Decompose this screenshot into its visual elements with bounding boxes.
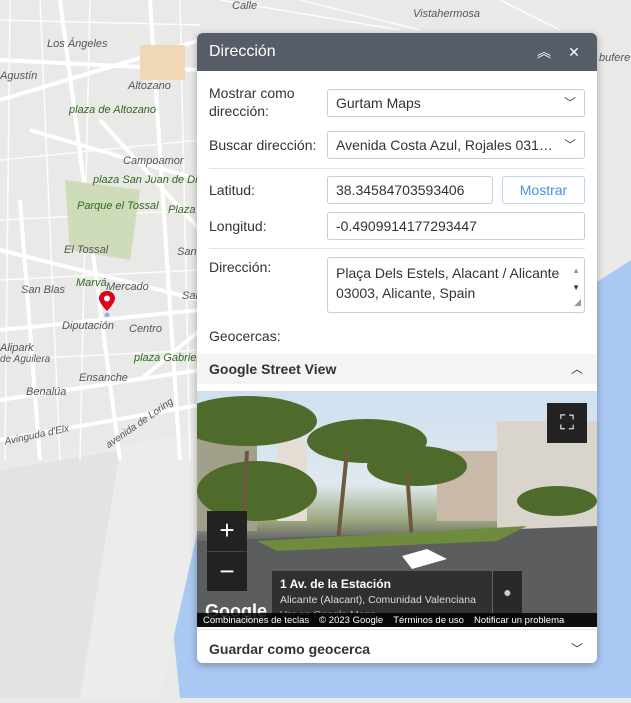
zoom-in-button[interactable]: + (207, 511, 247, 551)
chevron-down-icon: ﹀ (563, 96, 576, 110)
map-label: Altozano (128, 80, 171, 92)
map-label: Campoamor (123, 155, 184, 167)
street-view-address-sub: Alicante (Alacant), Comunidad Valenciana (280, 594, 476, 606)
address-panel: Dirección ︽ ✕ Mostrar como dirección: Gu… (197, 33, 597, 663)
map-label: El Tossal (64, 244, 109, 256)
report-problem-link[interactable]: Notificar un problema (474, 615, 564, 626)
copyright: © 2023 Google (319, 614, 384, 626)
map-label: Calle (232, 0, 258, 12)
latitude-label: Latitud: (209, 182, 255, 198)
chevron-down-icon: ﹀ (559, 132, 576, 158)
address-label: Dirección: (209, 259, 272, 275)
show-button[interactable]: Mostrar (502, 176, 585, 204)
longitude-input[interactable]: -0.4909914177293447 (327, 212, 585, 240)
map-label: Diputación (62, 320, 114, 332)
search-address-value: Avenida Costa Azul, Rojales 03170, Alica… (336, 137, 584, 153)
address-textarea[interactable]: Plaça Dels Estels, Alacant / Alicante 03… (327, 257, 585, 313)
street-view-address-title: 1 Av. de la Estación (280, 577, 391, 591)
save-geofence-title: Guardar como geocerca (209, 641, 371, 657)
map-label: plaza San Juan de Dios (93, 174, 210, 186)
map-label: Alipark (0, 342, 34, 354)
map-label: Marvá (76, 277, 107, 289)
resize-handle-icon[interactable]: ◢ (574, 292, 581, 312)
map-label: bufere (599, 52, 631, 64)
map-label: San Blas (21, 284, 66, 296)
map-pin-icon[interactable]: ● (492, 571, 522, 613)
chevron-up-icon: ︿ (570, 362, 583, 376)
map-label: Plaza (168, 204, 196, 216)
divider (197, 629, 597, 630)
map-label: plaza Gabriel (134, 352, 199, 364)
keyboard-shortcuts-link[interactable]: Combinaciones de teclas (203, 615, 309, 626)
panel-header: Dirección ︽ ✕ (197, 33, 597, 71)
map-label: Agustín (0, 70, 38, 82)
show-as-select[interactable]: Gurtam Maps ﹀ (327, 89, 585, 117)
divider (209, 248, 585, 249)
map-label: de Aguilera (0, 354, 51, 365)
address-value: Plaça Dels Estels, Alacant / Alicante 03… (336, 265, 560, 301)
street-view-footer: Combinaciones de teclas © 2023 Google Té… (197, 613, 597, 627)
map-label: Vistahermosa (413, 8, 481, 20)
search-label: Buscar dirección: (209, 137, 317, 153)
geofences-label: Geocercas: (209, 328, 281, 344)
fullscreen-icon[interactable]: ⛶ (547, 403, 587, 443)
chevron-down-icon: ﹀ (570, 642, 583, 656)
map-label: Los Ángeles (47, 38, 108, 50)
street-view-title: Google Street View (209, 361, 337, 377)
map-label: Ensanche (79, 372, 128, 384)
street-view[interactable]: ⛶ + − 1 Av. de la Estación Alicante (Ala… (197, 391, 597, 627)
search-address-select[interactable]: Avenida Costa Azul, Rojales 03170, Alica… (327, 131, 585, 159)
zoom-out-button[interactable]: − (207, 551, 247, 591)
close-icon[interactable]: ✕ (563, 44, 585, 61)
collapse-icon[interactable]: ︽ (533, 42, 555, 62)
location-marker-icon[interactable] (99, 291, 115, 317)
divider (209, 168, 585, 169)
terms-link[interactable]: Términos de uso (393, 615, 464, 626)
street-view-section-header[interactable]: Google Street View ︿ (197, 354, 597, 384)
latitude-input[interactable]: 38.34584703593406 (327, 176, 493, 204)
save-geofence-section-header[interactable]: Guardar como geocerca ﹀ (197, 634, 597, 663)
map-label: Parque el Tossal (77, 200, 159, 212)
longitude-label: Longitud: (209, 218, 267, 234)
show-as-label: Mostrar como dirección: (209, 85, 295, 119)
show-as-value: Gurtam Maps (336, 95, 421, 111)
map-label: Centro (129, 323, 163, 335)
map-label: Benalúa (26, 386, 67, 398)
panel-title: Dirección (209, 43, 276, 60)
map-label: plaza de Altozano (69, 104, 157, 116)
